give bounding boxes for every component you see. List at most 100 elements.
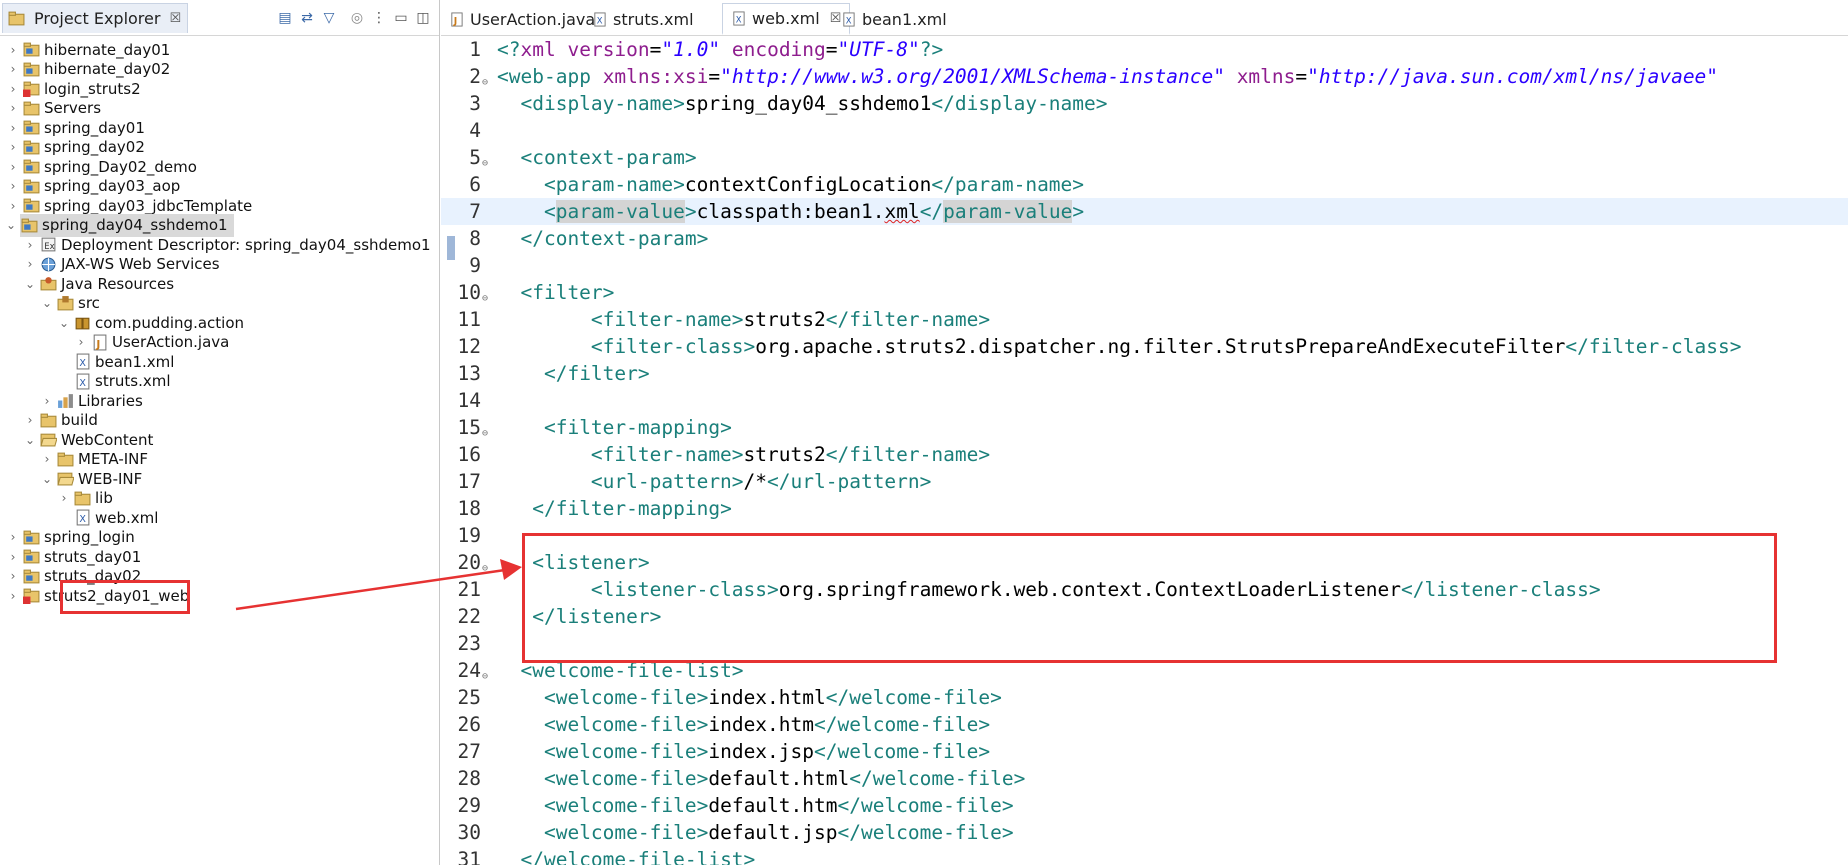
code-line[interactable]: 3 <display-name>spring_day04_sshdemo1</d…: [441, 90, 1848, 117]
line-number: 30: [457, 821, 481, 844]
code-token: <welcome-file>: [543, 821, 709, 844]
project-explorer-header: Project Explorer ☒ ▤ ⇄ ▽ ◎ ⋮ ▭ ◫: [0, 0, 439, 36]
code-line[interactable]: 15 ⊖ <filter-mapping>: [441, 414, 1848, 441]
editor-tab[interactable]: Xbean1.xml: [833, 3, 955, 35]
collapsed-arrow-icon[interactable]: ›: [6, 584, 20, 607]
code-text: <filter-mapping>: [497, 414, 732, 441]
line-number: 16: [457, 443, 481, 466]
code-line[interactable]: 16 <filter-name>struts2</filter-name>: [441, 441, 1848, 468]
project-icon: [22, 41, 40, 59]
editor-tab[interactable]: Xstruts.xml: [584, 3, 702, 35]
tree-item-label: bean1.xml: [95, 352, 175, 371]
code-line[interactable]: 25 <welcome-file>index.html</welcome-fil…: [441, 684, 1848, 711]
link-with-editor-icon[interactable]: ⇄: [298, 9, 316, 27]
editor-tab[interactable]: J UserAction.java: [441, 3, 603, 35]
line-number: 28: [457, 767, 481, 790]
code-line[interactable]: 12 <filter-class>org.apache.struts2.disp…: [441, 333, 1848, 360]
code-line[interactable]: 14: [441, 387, 1848, 414]
code-line[interactable]: 7 <param-value>classpath:bean1.xml</para…: [441, 198, 1848, 225]
code-token: /*: [743, 470, 768, 493]
tree-item-label: WEB-INF: [78, 469, 143, 488]
line-number: 8: [469, 227, 481, 250]
project-icon: [22, 197, 40, 215]
code-text: </welcome-file-list>: [497, 846, 755, 865]
code-line[interactable]: 26 <welcome-file>index.htm</welcome-file…: [441, 711, 1848, 738]
code-token: org.apache.struts2.dispatcher.ng.filter.…: [755, 335, 1566, 358]
code-token: =: [649, 38, 662, 61]
maximize-icon[interactable]: ◫: [414, 9, 432, 27]
code-line[interactable]: 29 <welcome-file>default.htm</welcome-fi…: [441, 792, 1848, 819]
tree-item-label: WebContent: [61, 430, 154, 449]
code-line[interactable]: 18 </filter-mapping>: [441, 495, 1848, 522]
code-token: <welcome-file>: [543, 686, 709, 709]
code-token: >: [1072, 200, 1085, 223]
line-number: 12: [457, 335, 481, 358]
tree-item-label: lib: [95, 489, 113, 507]
code-line[interactable]: 27 <welcome-file>index.jsp</welcome-file…: [441, 738, 1848, 765]
code-line[interactable]: 5 ⊖ <context-param>: [441, 144, 1848, 171]
code-token: encoding: [731, 38, 826, 61]
line-number: 26: [457, 713, 481, 736]
code-token: "http://java.sun.com/xml/ns/javaee": [1307, 65, 1719, 88]
project-explorer-tab[interactable]: Project Explorer ☒: [2, 3, 189, 33]
close-icon[interactable]: ☒: [169, 11, 181, 26]
project-icon: [20, 216, 38, 234]
code-token: </welcome-file>: [849, 767, 1026, 790]
minimize-icon[interactable]: ▭: [392, 9, 410, 27]
code-token: <welcome-file>: [543, 767, 709, 790]
code-text: <filter-name>struts2</filter-name>: [497, 441, 990, 468]
code-text: </filter-mapping>: [497, 495, 732, 522]
deploy-icon: Ex: [39, 236, 57, 254]
code-area[interactable]: 1 <?xml version="1.0" encoding="UTF-8"?> 2…: [441, 36, 1848, 865]
tree-item-label: spring_day03_jdbcTemplate: [44, 196, 253, 215]
code-line[interactable]: 10 ⊖ <filter>: [441, 279, 1848, 306]
editor-tab[interactable]: Xweb.xml ☒: [722, 3, 851, 35]
code-token: ?>: [919, 38, 944, 61]
code-line[interactable]: 17 <url-pattern>/*</url-pattern>: [441, 468, 1848, 495]
code-line[interactable]: 4: [441, 117, 1848, 144]
project-explorer-icon: [7, 10, 25, 28]
java-file-icon: J: [449, 11, 464, 27]
libraries-icon: [56, 392, 74, 410]
code-token: <filter-name>: [590, 443, 744, 466]
view-menu-icon[interactable]: ⋮: [370, 9, 388, 27]
code-line[interactable]: 30 <welcome-file>default.jsp</welcome-fi…: [441, 819, 1848, 846]
code-line[interactable]: 2 ⊖ <web-app xmlns:xsi="http://www.w3.org/…: [441, 63, 1848, 90]
line-number: 31: [457, 848, 481, 865]
code-text: <welcome-file>default.htm</welcome-file>: [497, 792, 1014, 819]
code-line[interactable]: 31 </welcome-file-list>: [441, 846, 1848, 865]
code-line[interactable]: 9: [441, 252, 1848, 279]
code-line[interactable]: 28 <welcome-file>default.html</welcome-f…: [441, 765, 1848, 792]
code-token: default.htm: [708, 794, 838, 817]
editor-tab-bar: J UserAction.java Xstruts.xml Xweb.xml ☒ Xbea…: [441, 0, 1848, 36]
editor-tab-label: bean1.xml: [862, 9, 947, 29]
code-token: </filter>: [543, 362, 650, 385]
code-token: </: [919, 200, 944, 223]
webservice-icon: [39, 255, 57, 273]
code-line[interactable]: 13 </filter>: [441, 360, 1848, 387]
focus-icon[interactable]: ◎: [348, 9, 366, 27]
line-number: 20: [457, 551, 481, 574]
code-line[interactable]: 8 </context-param>: [441, 225, 1848, 252]
code-line[interactable]: 11 <filter-name>struts2</filter-name>: [441, 306, 1848, 333]
code-token: </display-name>: [931, 92, 1108, 115]
code-token: default.html: [708, 767, 850, 790]
line-number: 23: [457, 632, 481, 655]
filter-icon[interactable]: ▽: [320, 9, 338, 27]
code-token: </welcome-file-list>: [520, 848, 756, 865]
svg-text:J: J: [453, 16, 457, 27]
code-line[interactable]: 6 <param-name>contextConfigLocation</par…: [441, 171, 1848, 198]
collapse-all-icon[interactable]: ▤: [276, 9, 294, 27]
line-number: 7: [469, 200, 481, 223]
project-error-icon: [22, 80, 40, 98]
code-token: struts2: [743, 308, 826, 331]
code-line[interactable]: 1 <?xml version="1.0" encoding="UTF-8"?>: [441, 36, 1848, 63]
